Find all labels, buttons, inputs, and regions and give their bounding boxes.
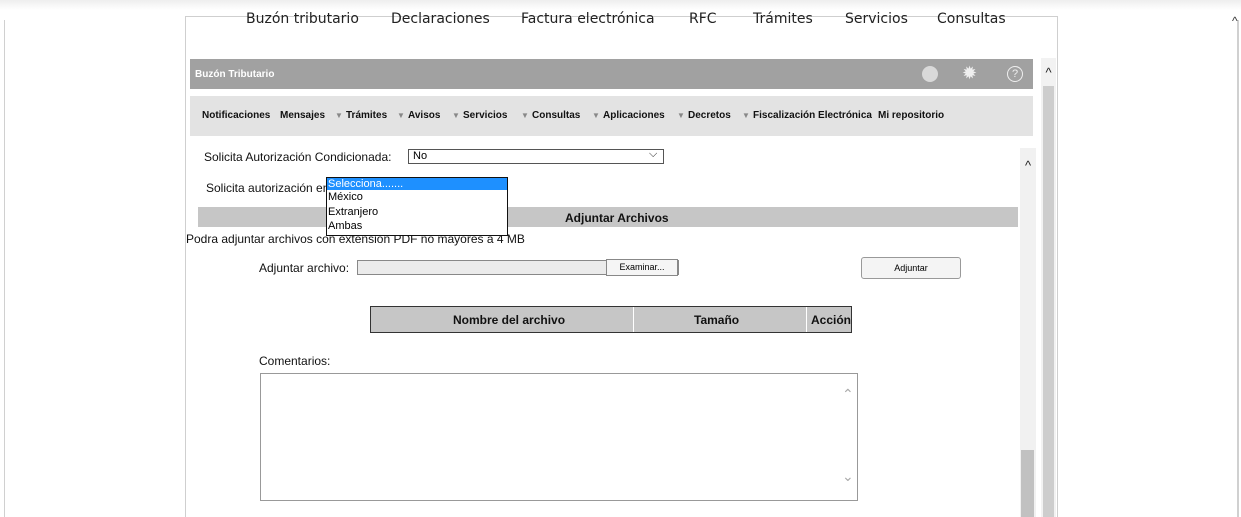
page-scroll-up-icon[interactable]: ^: [1232, 14, 1238, 28]
location-option[interactable]: Selecciona.......: [328, 179, 403, 190]
attachments-section-title: Adjuntar Archivos: [565, 211, 669, 225]
attach-button[interactable]: Adjuntar: [861, 257, 961, 279]
files-table-header: [370, 306, 852, 333]
nav-servicios[interactable]: Servicios: [845, 11, 908, 27]
window-left-edge: [4, 20, 5, 517]
menu-tramites[interactable]: Trámites: [346, 110, 387, 121]
inner-scrollbar-thumb[interactable]: [1021, 450, 1034, 517]
column-divider: [806, 307, 807, 332]
comments-label: Comentarios:: [259, 354, 331, 368]
menu-mensajes[interactable]: Mensajes: [280, 110, 325, 121]
nav-consultas[interactable]: Consultas: [937, 11, 1006, 27]
attach-file-label: Adjuntar archivo:: [259, 261, 350, 275]
chevron-down-icon: ▼: [742, 111, 750, 120]
comments-textarea[interactable]: [260, 373, 858, 501]
inner-scroll-up-icon[interactable]: ^: [1020, 158, 1036, 174]
chevron-down-icon: ▼: [452, 111, 460, 120]
chevron-down-icon: ▼: [397, 111, 405, 120]
nav-tramites[interactable]: Trámites: [753, 11, 813, 27]
column-header-file-name: Nombre del archivo: [453, 313, 566, 327]
column-divider: [633, 307, 634, 332]
conditional-auth-label: Solicita Autorización Condicionada:: [204, 150, 392, 164]
gear-icon[interactable]: ✹: [962, 64, 977, 82]
chevron-down-icon: ▼: [335, 111, 343, 120]
menu-decretos[interactable]: Decretos: [688, 110, 731, 121]
nav-declaraciones[interactable]: Declaraciones: [391, 11, 490, 27]
outer-scrollbar-thumb[interactable]: [1043, 86, 1054, 517]
help-icon[interactable]: ?: [1007, 66, 1023, 82]
window-right-edge: [1237, 20, 1239, 517]
location-option[interactable]: Extranjero: [328, 207, 378, 218]
panel-titlebar: [190, 59, 1033, 89]
nav-rfc[interactable]: RFC: [689, 11, 717, 27]
conditional-auth-select[interactable]: No: [408, 149, 664, 164]
panel-title: Buzón Tributario: [195, 69, 275, 80]
menu-servicios[interactable]: Servicios: [463, 110, 507, 121]
textarea-scroll-down-icon[interactable]: ⌄: [842, 468, 854, 485]
menu-aplicaciones[interactable]: Aplicaciones: [603, 110, 665, 121]
nav-buzon-tributario[interactable]: Buzón tributario: [246, 11, 359, 27]
nav-factura-electronica[interactable]: Factura electrónica: [521, 11, 655, 27]
menu-fiscalizacion-electronica[interactable]: Fiscalización Electrónica: [753, 110, 872, 121]
status-dot-icon[interactable]: [922, 66, 938, 82]
location-label: Solicita autorización en:: [206, 181, 333, 195]
location-option[interactable]: México: [328, 192, 363, 203]
column-header-action: Acción: [811, 313, 852, 327]
menu-avisos[interactable]: Avisos: [408, 110, 440, 121]
chevron-down-icon: ▼: [521, 111, 529, 120]
textarea-scroll-up-icon[interactable]: ⌃: [842, 386, 854, 403]
outer-scroll-up-icon[interactable]: ^: [1041, 66, 1056, 80]
chevron-down-icon: ▼: [677, 111, 685, 120]
browse-button[interactable]: Examinar...: [606, 259, 678, 276]
menu-notificaciones[interactable]: Notificaciones: [202, 110, 270, 121]
menu-consultas[interactable]: Consultas: [532, 110, 580, 121]
window-top-shadow: [0, 0, 1241, 10]
chevron-down-icon[interactable]: ⌵: [649, 148, 657, 161]
chevron-down-icon: ▼: [592, 111, 600, 120]
menu-mi-repositorio[interactable]: Mi repositorio: [878, 110, 944, 121]
column-header-size: Tamaño: [694, 313, 740, 327]
location-option[interactable]: Ambas: [328, 221, 362, 232]
